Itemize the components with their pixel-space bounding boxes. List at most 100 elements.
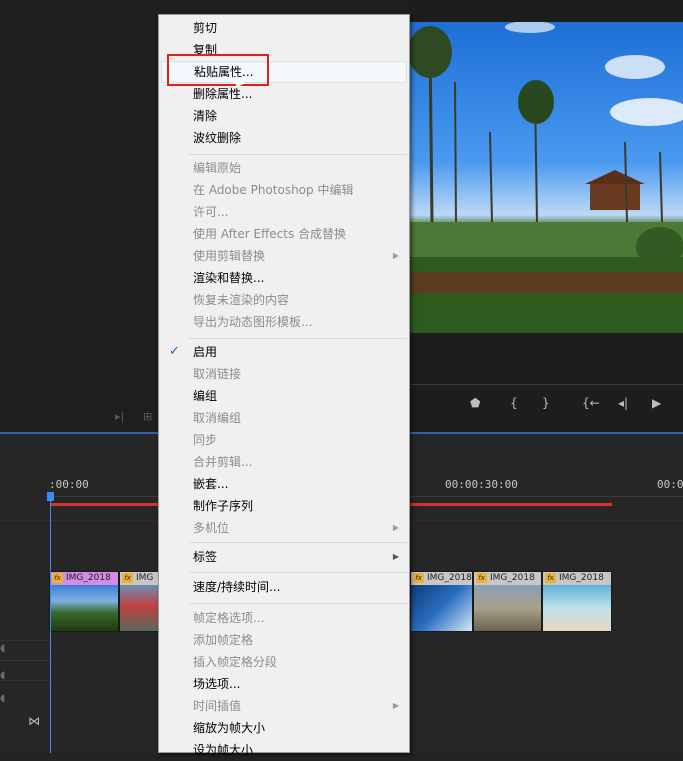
menu-item-replace-with-ae-comp: 使用 After Effects 合成替换 [161, 223, 407, 245]
menu-item-speed-duration[interactable]: 速度/持续时间... [161, 576, 407, 598]
menu-item-field-options[interactable]: 场选项... [161, 673, 407, 695]
menu-item-label: 取消链接 [193, 367, 242, 381]
menu-item-edit-original: 编辑原始 [161, 157, 407, 179]
menu-item-label: 添加帧定格 [193, 633, 254, 647]
clip-label: IMG_2018 [559, 573, 604, 583]
menu-item-label: 启用 [193, 345, 218, 359]
clip-thumbnail [50, 585, 118, 631]
menu-item-label: 制作子序列 [193, 499, 254, 513]
menu-item-label: 波纹删除 [193, 131, 242, 145]
fx-badge-icon: fx [52, 573, 63, 583]
source-overwrite-button[interactable]: ⊞ [143, 410, 152, 423]
clip-label: IMG_2018 [490, 573, 535, 583]
menu-item-edit-in-photoshop: 在 Adobe Photoshop 中编辑 [161, 179, 407, 201]
clip-thumbnail [120, 585, 158, 631]
timeline-clip[interactable]: fx IMG [119, 571, 159, 632]
clip-thumbnail [411, 585, 472, 631]
ruler-timecode-start: :00:00 [49, 478, 89, 491]
menu-item-render-and-replace[interactable]: 渲染和替换... [161, 267, 407, 289]
menu-item-label: 渲染和替换... [193, 271, 265, 285]
menu-item-unlink: 取消链接 [161, 363, 407, 385]
ruler-timecode-end: 00:0 [657, 478, 683, 491]
menu-item-label: 使用 After Effects 合成替换 [193, 227, 347, 241]
add-marker-button[interactable]: ⬟ [470, 396, 480, 410]
menu-item-label: 缩放为帧大小 [193, 721, 266, 735]
submenu-arrow-icon: ▶ [392, 523, 399, 532]
menu-item-label: 编辑原始 [193, 161, 242, 175]
menu-item-label: 多机位 [193, 521, 230, 535]
menu-item-merge-clips: 合并剪辑... [161, 451, 407, 473]
menu-item-label: 编组 [193, 389, 218, 403]
playhead-line [50, 500, 51, 753]
track-header-divider [0, 660, 50, 661]
step-back-button[interactable]: ◂| [618, 396, 628, 410]
menu-item-label: 许可... [193, 205, 229, 219]
menu-item-group[interactable]: 编组 [161, 385, 407, 407]
menu-item-clear[interactable]: 清除 [161, 105, 407, 127]
menu-item-label: 使用剪辑替换 [193, 249, 266, 263]
menu-item-ungroup: 取消编组 [161, 407, 407, 429]
menu-item-set-to-frame-size[interactable]: 设为帧大小 [161, 739, 407, 761]
menu-separator [189, 338, 407, 339]
menu-item-nest[interactable]: 嵌套... [161, 473, 407, 495]
menu-item-time-interpolation: 时间插值 ▶ [161, 695, 407, 717]
menu-item-label: 帧定格选项... [193, 611, 265, 625]
menu-item-label: 插入帧定格分段 [193, 655, 278, 669]
fx-badge-icon: fx [413, 573, 424, 583]
menu-item-make-subsequence[interactable]: 制作子序列 [161, 495, 407, 517]
checkmark-icon: ✓ [169, 344, 180, 359]
menu-item-replace-with-clip: 使用剪辑替换 ▶ [161, 245, 407, 267]
menu-separator [189, 603, 407, 604]
fx-badge-icon: fx [545, 573, 556, 583]
clip-label: IMG_2018 [427, 573, 472, 583]
track-mute-icon[interactable]: ◖ [0, 643, 5, 654]
clip-label: IMG [136, 573, 154, 583]
timeline-clip[interactable]: fx IMG_2018 [542, 571, 612, 632]
menu-separator [189, 542, 407, 543]
menu-item-label: 导出为动态图形模板... [193, 315, 313, 329]
menu-item-add-frame-hold: 添加帧定格 [161, 629, 407, 651]
menu-item-scale-to-frame-size[interactable]: 缩放为帧大小 [161, 717, 407, 739]
menu-item-remove-attributes[interactable]: 删除属性... [161, 83, 407, 105]
menu-separator [189, 154, 407, 155]
submenu-arrow-icon: ▶ [392, 701, 399, 710]
clip-context-menu: 剪切 复制 粘贴属性... 删除属性... 清除 波纹删除 编辑原始在 Adobe Phot… [158, 14, 410, 757]
menu-item-label[interactable]: 标签 ▶ [161, 546, 407, 568]
program-monitor-video [410, 22, 683, 333]
annotation-highlight-box [167, 54, 269, 86]
menu-item-label: 标签 [193, 550, 218, 564]
go-to-in-button[interactable]: {← [582, 396, 600, 410]
program-scrubber[interactable] [410, 368, 683, 385]
fx-badge-icon: fx [122, 573, 133, 583]
menu-item-cut[interactable]: 剪切 [161, 17, 407, 39]
menu-item-frame-hold-options: 帧定格选项... [161, 607, 407, 629]
source-insert-button[interactable]: ▸| [115, 410, 124, 423]
menu-item-label: 清除 [193, 109, 218, 123]
submenu-arrow-icon: ▶ [392, 251, 399, 260]
menu-item-label: 合并剪辑... [193, 455, 253, 469]
track-mute-icon[interactable]: ◖ [0, 670, 5, 681]
menu-item-label: 在 Adobe Photoshop 中编辑 [193, 183, 354, 197]
menu-item-label: 恢复未渲染的内容 [193, 293, 290, 307]
menu-item-label: 场选项... [193, 677, 241, 691]
video-frame-image [410, 22, 683, 333]
menu-item-synchronize: 同步 [161, 429, 407, 451]
menu-item-label: 剪切 [193, 21, 218, 35]
track-mute-icon[interactable]: ◖ [0, 693, 5, 704]
menu-item-enable[interactable]: ✓ 启用 [161, 341, 407, 363]
zoom-handle-icon[interactable]: ⋈ [28, 714, 40, 728]
ruler-timecode-mid: 00:00:30:00 [445, 478, 518, 491]
mark-in-button[interactable]: { [510, 396, 518, 410]
timeline-clip[interactable]: fx IMG_2018 [473, 571, 542, 632]
timeline-clip[interactable]: fx IMG_2018 [49, 571, 119, 632]
play-button[interactable]: ▶ [652, 396, 661, 410]
submenu-arrow-icon: ▶ [392, 552, 399, 561]
menu-item-label: 删除属性... [193, 87, 253, 101]
timeline-clip[interactable]: fx IMG_2018 [410, 571, 473, 632]
menu-item-label: 取消编组 [193, 411, 242, 425]
mark-out-button[interactable]: } [542, 396, 550, 410]
menu-item-ripple-delete[interactable]: 波纹删除 [161, 127, 407, 149]
menu-item-insert-frame-hold-segment: 插入帧定格分段 [161, 651, 407, 673]
clip-label: IMG_2018 [66, 573, 111, 583]
menu-separator [189, 572, 407, 573]
